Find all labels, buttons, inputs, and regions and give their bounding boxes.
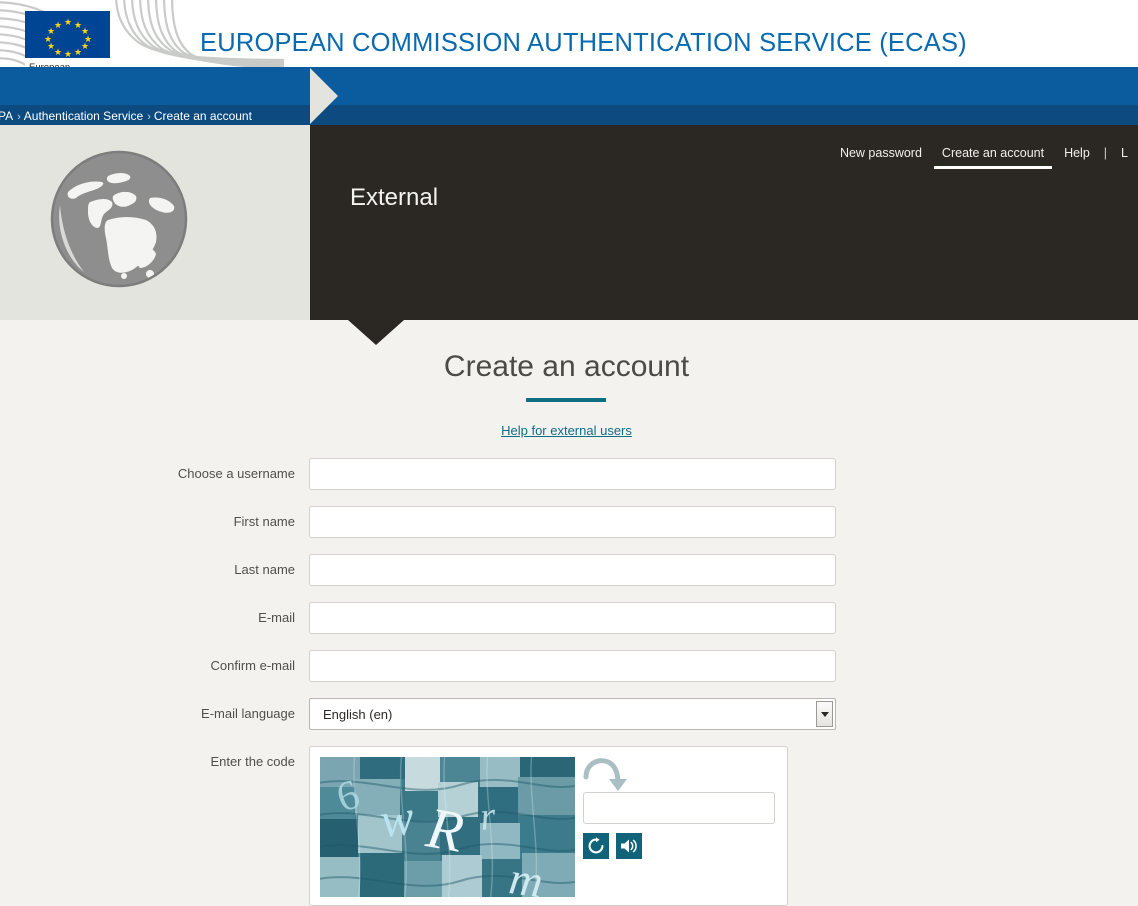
form-row-username: Choose a username: [0, 458, 1138, 506]
eu-flag-icon: ★ ★ ★ ★ ★ ★ ★ ★ ★ ★ ★ ★: [25, 11, 110, 59]
eu-logo-line-1: European: [29, 62, 110, 67]
label-email-language: E-mail language: [201, 706, 295, 721]
form-row-confirm-email: Confirm e-mail: [0, 650, 1138, 698]
refresh-icon: [588, 837, 604, 854]
site-header: ★ ★ ★ ★ ★ ★ ★ ★ ★ ★ ★ ★ European Commiss…: [0, 0, 1138, 67]
first-name-field-wrapper[interactable]: [309, 506, 836, 538]
title-underline-rule: [526, 398, 606, 402]
captcha-audio-button[interactable]: [616, 833, 642, 859]
main-content: Create an account Help for external user…: [0, 320, 1138, 906]
svg-text:m: m: [506, 852, 546, 897]
captcha-code-input[interactable]: [584, 793, 774, 823]
captcha-code-field-wrapper[interactable]: [583, 792, 775, 824]
speaker-icon: [621, 839, 637, 853]
label-username: Choose a username: [177, 466, 295, 481]
label-confirm-email: Confirm e-mail: [210, 658, 295, 673]
nav-item-new-password[interactable]: New password: [830, 145, 932, 162]
captcha-image: 6 w R r m: [320, 757, 575, 897]
hero-pointer-triangle: [348, 320, 404, 345]
form-row-email-language: E-mail language English (en): [0, 698, 1138, 746]
captcha-refresh-button[interactable]: [583, 833, 609, 859]
globe-icon: [50, 150, 188, 288]
breadcrumb: PA › Authentication Service › Create an acco…: [0, 108, 252, 124]
breadcrumb-separator-icon: ›: [147, 111, 151, 123]
email-language-selected-value: English (en): [323, 707, 393, 722]
form-row-captcha: Enter the code 6 w R r m: [0, 746, 1138, 906]
label-first-name: First name: [233, 514, 295, 529]
label-last-name: Last name: [234, 562, 295, 577]
captcha-panel: 6 w R r m: [309, 746, 788, 906]
email-field-wrapper[interactable]: [309, 602, 836, 634]
username-input[interactable]: [310, 459, 835, 489]
nav-item-create-an-account[interactable]: Create an account: [932, 145, 1054, 169]
nav-separator: |: [1103, 146, 1108, 160]
page-site-title: EUROPEAN COMMISSION AUTHENTICATION SERVI…: [200, 29, 967, 57]
help-link-wrapper: Help for external users: [0, 423, 1133, 438]
last-name-input[interactable]: [310, 555, 835, 585]
email-input[interactable]: [310, 603, 835, 633]
label-email: E-mail: [258, 610, 295, 625]
email-language-dropdown-button[interactable]: [816, 701, 833, 727]
form-row-first-name: First name: [0, 506, 1138, 554]
breadcrumb-item-2[interactable]: Create an account: [154, 109, 252, 123]
hero-notch-decoration: [310, 68, 338, 124]
username-field-wrapper[interactable]: [309, 458, 836, 490]
hero-domain-label: External: [350, 184, 439, 211]
last-name-field-wrapper[interactable]: [309, 554, 836, 586]
chevron-down-icon: [820, 711, 829, 717]
help-for-external-users-link[interactable]: Help for external users: [501, 423, 632, 438]
form-row-last-name: Last name: [0, 554, 1138, 602]
top-navigation: New password Create an account Help | L: [830, 145, 1138, 169]
eu-logo-wordmark: European Commission: [25, 58, 110, 67]
header-blue-band: [0, 67, 1138, 105]
first-name-input[interactable]: [310, 507, 835, 537]
form-row-email: E-mail: [0, 602, 1138, 650]
european-commission-logo[interactable]: ★ ★ ★ ★ ★ ★ ★ ★ ★ ★ ★ ★ European Commiss…: [25, 11, 110, 67]
curved-arrow-icon: [582, 755, 634, 795]
create-account-form: Choose a username First name Last name E…: [0, 458, 1138, 906]
nav-item-clipped[interactable]: L: [1111, 145, 1138, 162]
label-enter-the-code: Enter the code: [210, 754, 295, 769]
breadcrumb-item-1[interactable]: Authentication Service: [24, 109, 143, 123]
confirm-email-input[interactable]: [310, 651, 835, 681]
confirm-email-field-wrapper[interactable]: [309, 650, 836, 682]
breadcrumb-separator-icon: ›: [17, 111, 21, 123]
page-title: Create an account: [443, 350, 690, 383]
email-language-select[interactable]: English (en): [309, 698, 836, 730]
hero-left-panel: [0, 125, 310, 320]
nav-item-help[interactable]: Help: [1054, 145, 1100, 162]
breadcrumb-item-0[interactable]: PA: [0, 109, 13, 123]
